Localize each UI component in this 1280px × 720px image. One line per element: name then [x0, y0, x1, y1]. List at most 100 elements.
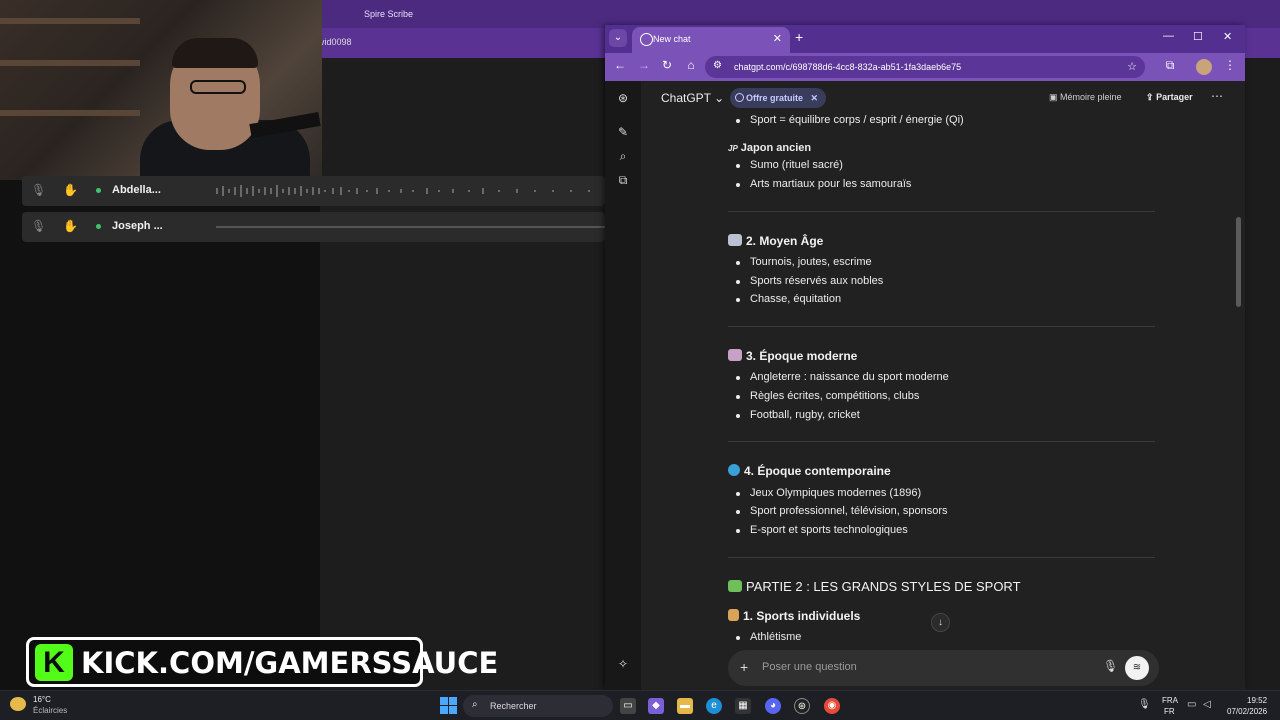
- list-item: E-sport et sports technologiques: [736, 524, 908, 536]
- chat-header: ChatGPT ⌄ Offre gratuite ✕ ▣ Mémoire ple…: [641, 81, 1245, 117]
- profile-avatar[interactable]: [1196, 59, 1212, 75]
- extensions-icon[interactable]: ⧉: [1161, 58, 1179, 73]
- share-label: Partager: [1156, 92, 1193, 102]
- close-window-icon[interactable]: ✕: [1223, 30, 1232, 43]
- offer-label: Offre gratuite: [746, 93, 804, 103]
- part-heading: PARTIE 2 : LES GRANDS STYLES DE SPORT: [728, 579, 1021, 594]
- background-tab[interactable]: Spire Scribe: [340, 3, 500, 25]
- microphone-icon[interactable]: 🎙: [31, 219, 46, 235]
- copilot-icon[interactable]: ◆: [648, 698, 664, 714]
- browser-toolbar: ← → ↻ ⌂ ⚙ chatgpt.com/c/698788d6-4cc8-83…: [605, 53, 1245, 81]
- discord-icon[interactable]: ◕: [765, 698, 781, 714]
- puzzle-icon: [728, 580, 742, 592]
- list-item: Règles écrites, compétitions, clubs: [735, 390, 920, 402]
- subsection-title: 1. Sports individuels: [743, 609, 861, 623]
- participant-name: Joseph ...: [112, 220, 163, 232]
- hand-icon[interactable]: ✋: [63, 219, 78, 235]
- offer-icon: [735, 93, 744, 102]
- tab-title: New chat: [653, 34, 691, 44]
- tab-search-dropdown-icon[interactable]: ⌄: [609, 29, 627, 47]
- edge-icon[interactable]: e: [706, 698, 722, 714]
- close-offer-icon[interactable]: ✕: [811, 93, 819, 103]
- maximize-icon[interactable]: ☐: [1193, 30, 1203, 43]
- bookmark-star-icon[interactable]: ☆: [1127, 60, 1137, 73]
- tab-bar: ⌄ New chat ✕ + — ☐ ✕: [605, 25, 1245, 53]
- sidebar-rail: ⊛ ✎ ⌕ ⧉ ✧: [605, 81, 641, 690]
- share-icon: ⇪: [1146, 92, 1154, 102]
- audio-waveform: [216, 185, 590, 197]
- share-button[interactable]: ⇪ Partager: [1146, 92, 1193, 103]
- input-language[interactable]: FRA: [1162, 696, 1178, 705]
- home-icon[interactable]: ⌂: [682, 58, 700, 72]
- address-bar[interactable]: ⚙ chatgpt.com/c/698788d6-4cc8-832a-ab51-…: [705, 56, 1145, 78]
- model-name: ChatGPT: [661, 91, 711, 105]
- voice-mode-button[interactable]: ≋: [1125, 656, 1149, 680]
- voice-participant-row[interactable]: 🎙 ✋ Abdella...: [22, 176, 605, 206]
- kick-logo-icon: K: [35, 644, 73, 681]
- site-info-icon[interactable]: ⚙: [713, 60, 722, 71]
- reload-icon[interactable]: ↻: [658, 58, 676, 72]
- message-input[interactable]: Poser une question: [762, 661, 857, 673]
- browser-menu-icon[interactable]: ⋮: [1221, 58, 1239, 72]
- tab-new-chat[interactable]: New chat ✕: [632, 27, 790, 53]
- list-item: Sports réservés aux nobles: [735, 275, 884, 287]
- clock-date[interactable]: 07/02/2026: [1227, 707, 1267, 716]
- list-item: Football, rugby, cricket: [736, 409, 860, 421]
- memory-status[interactable]: ▣ Mémoire pleine: [1049, 92, 1122, 103]
- memory-icon: ▣: [1049, 92, 1058, 102]
- scrollbar[interactable]: [1236, 217, 1241, 307]
- audio-waveform: [216, 226, 606, 228]
- start-button[interactable]: [440, 697, 457, 714]
- input-region[interactable]: FR: [1164, 707, 1175, 716]
- microphone-tray-icon[interactable]: 🎙: [1138, 699, 1151, 710]
- close-tab-icon[interactable]: ✕: [773, 32, 782, 45]
- weather-condition: Éclaircies: [33, 706, 68, 715]
- url-text: chatgpt.com/c/698788d6-4cc8-832a-ab51-1f…: [734, 62, 962, 72]
- section-title: 3. Époque moderne: [746, 349, 858, 363]
- more-options-icon[interactable]: ⋯: [1211, 89, 1223, 103]
- list-item: Athlétisme: [735, 631, 802, 643]
- store-icon[interactable]: ▦: [735, 698, 751, 714]
- dictation-mic-icon[interactable]: 🎙: [1103, 659, 1118, 673]
- library-icon[interactable]: ⧉: [615, 173, 631, 189]
- chatgpt-page: ⊛ ✎ ⌕ ⧉ ✧ ChatGPT ⌄ Offre gratuite ✕ ▣ M…: [605, 81, 1245, 690]
- chrome-icon[interactable]: ◉: [824, 698, 840, 714]
- memory-label: Mémoire pleine: [1060, 92, 1122, 102]
- file-explorer-icon[interactable]: ▬: [677, 698, 693, 714]
- microphone-icon[interactable]: 🎙: [31, 183, 46, 199]
- shelf: [0, 60, 140, 66]
- task-view-icon[interactable]: ▭: [620, 698, 636, 714]
- section-heading: 2. Moyen Âge: [728, 234, 823, 248]
- new-chat-icon[interactable]: ✎: [615, 125, 631, 141]
- list-item: Arts martiaux pour les samouraïs: [735, 178, 912, 190]
- background-tab-bar: Spire Scribe: [320, 0, 1280, 28]
- message-composer[interactable]: + Poser une question 🎙 ≋: [728, 650, 1159, 686]
- participant-name: Abdella...: [112, 184, 161, 196]
- desktop: { "background_app": { "tab_title": "Spir…: [0, 0, 1280, 720]
- weather-icon[interactable]: [10, 697, 26, 711]
- search-icon[interactable]: ⌕: [615, 149, 631, 165]
- network-icon[interactable]: ▭: [1187, 699, 1196, 710]
- new-tab-icon[interactable]: +: [795, 29, 803, 45]
- attach-plus-icon[interactable]: +: [740, 659, 748, 675]
- hand-icon[interactable]: ✋: [63, 183, 78, 199]
- background-url: vid0098: [320, 37, 352, 47]
- runner-icon: [728, 609, 739, 621]
- taskbar-search[interactable]: ⌕ Rechercher: [463, 695, 613, 717]
- forward-arrow-icon[interactable]: →: [635, 58, 653, 72]
- free-offer-badge[interactable]: Offre gratuite ✕: [730, 88, 827, 108]
- chatgpt-app-icon[interactable]: ⊛: [794, 698, 810, 714]
- section-title: 4. Époque contemporaine: [744, 464, 891, 478]
- scroll-down-button[interactable]: ↓: [931, 613, 950, 632]
- volume-icon[interactable]: ◁: [1203, 699, 1211, 710]
- minimize-icon[interactable]: —: [1163, 30, 1174, 42]
- sparkle-icon[interactable]: ✧: [615, 657, 631, 673]
- section-title: 2. Moyen Âge: [746, 234, 824, 248]
- taskbar: 16°C Éclaircies ⌕ Rechercher ▭ ◆ ▬ e ▦ ◕…: [0, 690, 1280, 720]
- list-item: Sport professionnel, télévision, sponsor…: [736, 505, 948, 517]
- clock-time[interactable]: 19:52: [1247, 696, 1267, 705]
- model-selector[interactable]: ChatGPT ⌄: [661, 91, 724, 105]
- back-arrow-icon[interactable]: ←: [611, 58, 629, 72]
- voice-participant-row[interactable]: 🎙 ✋ Joseph ...: [22, 212, 606, 242]
- openai-logo-icon[interactable]: ⊛: [615, 91, 631, 107]
